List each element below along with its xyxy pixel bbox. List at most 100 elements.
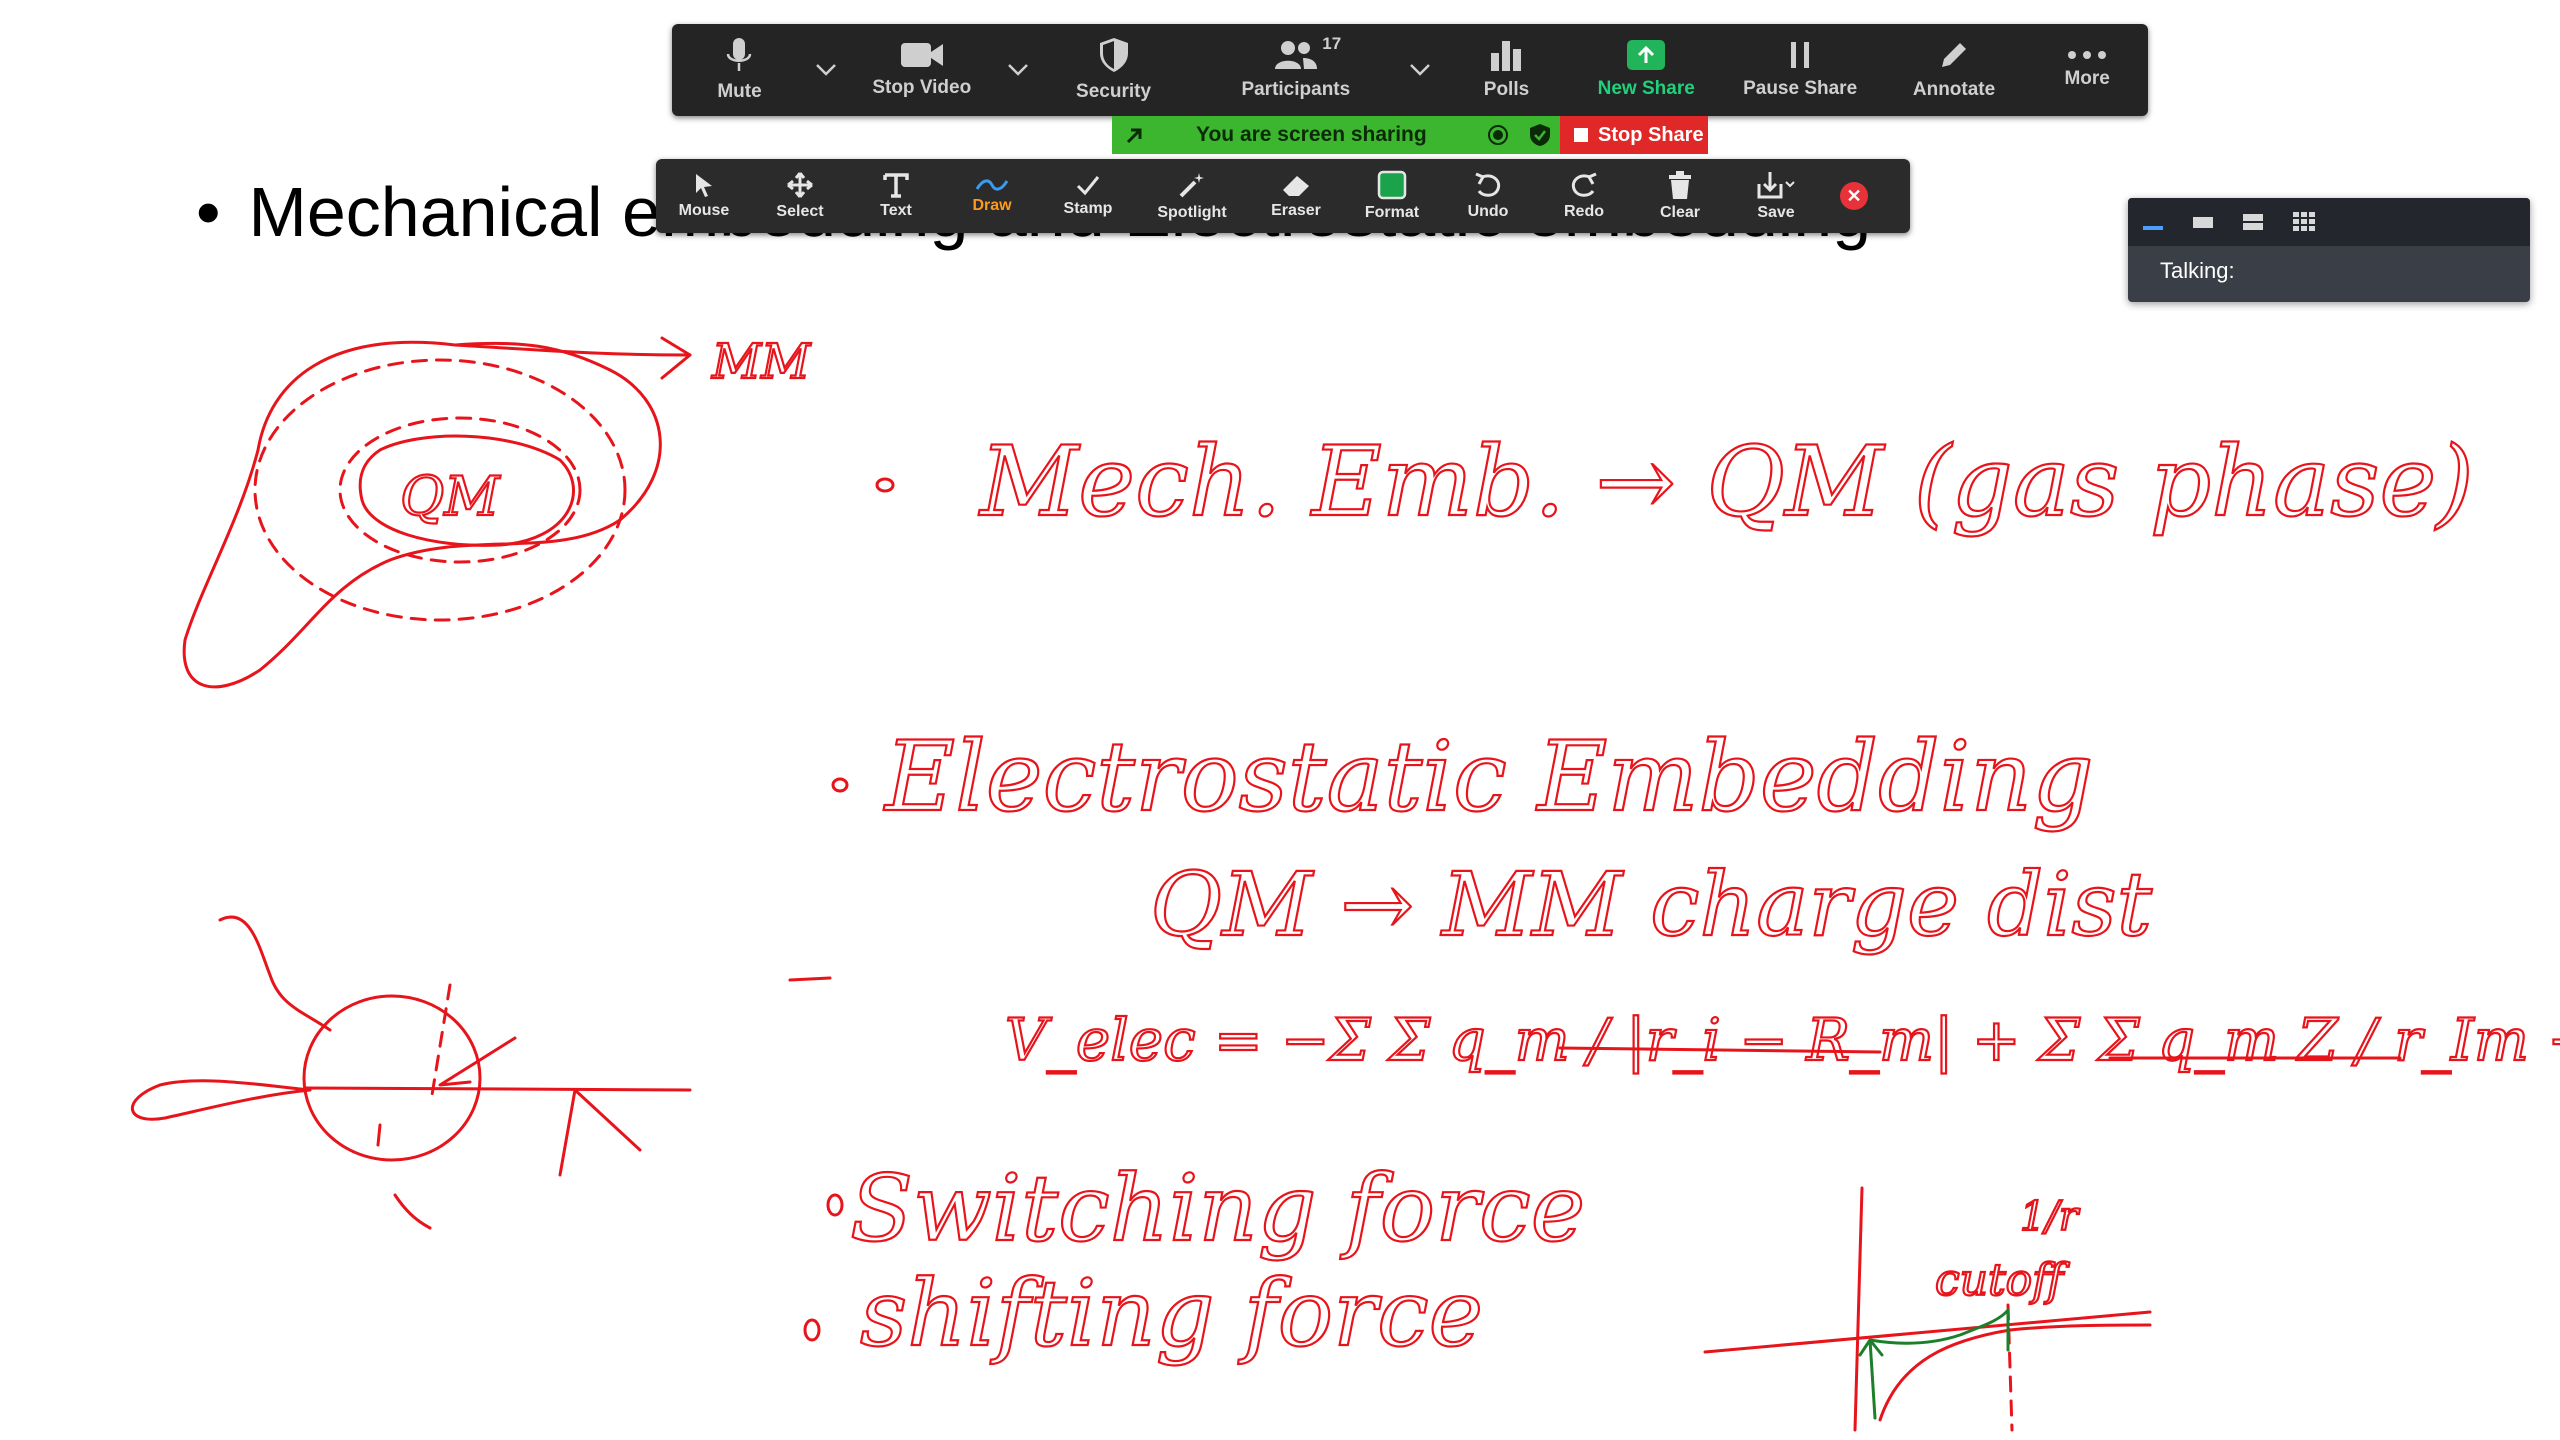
graph-y-axis: [1853, 1186, 1864, 1432]
color-swatch-icon: [1377, 170, 1407, 200]
save-label: Save: [1757, 204, 1795, 221]
stacked-view-icon[interactable]: [2242, 212, 2264, 232]
save-button[interactable]: Save: [1728, 159, 1824, 233]
spotlight-tool[interactable]: Spotlight: [1136, 159, 1248, 233]
qm-mm-charge-note: QM → MM charge dist: [1150, 853, 2153, 956]
sketch-bottom-tick: [393, 1193, 432, 1230]
text-t-icon: [883, 173, 909, 198]
move-arrows-icon: [787, 172, 813, 198]
stamp-label: Stamp: [1063, 200, 1113, 217]
participants-options-caret[interactable]: [1401, 24, 1439, 116]
eraser-label: Eraser: [1271, 202, 1321, 219]
stop-video-button[interactable]: Stop Video: [845, 24, 999, 116]
redo-label: Redo: [1564, 203, 1604, 220]
polls-button[interactable]: Polls: [1439, 24, 1574, 116]
pencil-icon: [1942, 43, 1967, 67]
undo-label: Undo: [1467, 203, 1509, 220]
polls-label: Polls: [1483, 79, 1530, 100]
eraser-tool[interactable]: Eraser: [1248, 159, 1344, 233]
sketch-right-arrow: [558, 1088, 642, 1177]
more-button[interactable]: More: [2026, 24, 2148, 116]
cursor-arrow-icon: [696, 174, 712, 197]
redo-icon: [1571, 172, 1597, 197]
elec-embedding-note: Electrostatic Embedding: [883, 721, 2094, 833]
graph-x-axis: [1703, 1310, 2152, 1354]
pause-icon: [1791, 42, 1810, 68]
participants-count-badge: 17: [1322, 34, 1342, 53]
bar-chart-icon: [1491, 41, 1522, 71]
mouse-label: Mouse: [678, 202, 730, 219]
graph-curve: [1878, 1323, 2152, 1422]
clear-button[interactable]: Clear: [1632, 159, 1728, 233]
annotation-toolbar: Mouse Select Text Draw Stamp Spotlight E…: [656, 159, 1910, 233]
more-label: More: [2064, 68, 2110, 89]
undo-icon: [1475, 172, 1501, 197]
stop-video-label: Stop Video: [872, 77, 972, 98]
mute-label: Mute: [717, 81, 762, 102]
chevron-down-icon: [816, 64, 836, 76]
screen-sharing-banner[interactable]: You are screen sharing: [1112, 116, 1560, 154]
text-label: Text: [880, 202, 912, 219]
stop-share-label: Stop Share: [1598, 123, 1704, 146]
draw-squiggle-icon: [975, 179, 1009, 191]
mute-button[interactable]: Mute: [672, 24, 807, 116]
audio-options-caret[interactable]: [807, 24, 845, 116]
chevron-down-icon: [1410, 64, 1430, 76]
checkmark-icon: [1076, 176, 1100, 196]
participants-icon: [1274, 41, 1317, 69]
pause-share-label: Pause Share: [1743, 78, 1858, 99]
new-share-button[interactable]: New Share: [1574, 24, 1718, 116]
security-button[interactable]: Security: [1037, 24, 1191, 116]
participants-label: Participants: [1241, 79, 1351, 100]
share-arrow-icon: [1126, 128, 1142, 144]
view-mode-bar: [2128, 198, 2530, 246]
sketch-arrow: [438, 1036, 517, 1087]
security-label: Security: [1076, 81, 1152, 102]
undo-button[interactable]: Undo: [1440, 159, 1536, 233]
stamp-tool[interactable]: Stamp: [1040, 159, 1136, 233]
more-dots-icon: [2068, 51, 2107, 59]
microphone-icon: [727, 38, 752, 71]
pause-share-button[interactable]: Pause Share: [1718, 24, 1881, 116]
mech-embedding-note: Mech. Emb. → QM (gas phase): [978, 426, 2474, 538]
zoom-meeting-toolbar: Mute Stop Video Security 17 Participants…: [672, 24, 2148, 116]
shield-check-icon: [1529, 124, 1550, 146]
share-arrow-icon: [1627, 40, 1666, 70]
close-icon: ✕: [1840, 182, 1868, 210]
grid-view-icon[interactable]: [2292, 211, 2316, 233]
minimize-icon[interactable]: [2142, 212, 2164, 232]
mouse-tool[interactable]: Mouse: [656, 159, 752, 233]
select-label: Select: [776, 203, 824, 220]
spotlight-label: Spotlight: [1157, 204, 1227, 221]
redo-button[interactable]: Redo: [1536, 159, 1632, 233]
shifting-force-note: shifting force: [860, 1260, 1483, 1367]
save-download-icon: [1757, 172, 1795, 199]
participants-button[interactable]: 17 Participants: [1190, 24, 1401, 116]
annotate-label: Annotate: [1912, 79, 1996, 100]
chevron-down-icon: [1007, 64, 1028, 76]
sketch-wavy-line: [218, 915, 332, 1032]
format-label: Format: [1364, 204, 1420, 221]
switching-bullet-dot: [826, 1193, 844, 1217]
stop-square-icon: [1574, 128, 1588, 142]
video-options-caret[interactable]: [999, 24, 1037, 116]
shifting-bullet-dot: [803, 1318, 821, 1342]
potential-formula: V_elec = −Σ Σ q_m / |r_i − R_m| + Σ Σ q_…: [1005, 1006, 2560, 1074]
format-tool[interactable]: Format: [1344, 159, 1440, 233]
one-over-r-label: 1/r: [2020, 1194, 2081, 1240]
eraser-icon: [1283, 176, 1309, 196]
stop-share-button[interactable]: Stop Share: [1560, 116, 1708, 154]
single-view-icon[interactable]: [2192, 212, 2214, 232]
mech-bullet-dot: [875, 477, 895, 493]
switching-force-note: Switching force: [850, 1155, 1585, 1262]
talking-panel[interactable]: Talking:: [2128, 198, 2530, 302]
select-tool[interactable]: Select: [752, 159, 848, 233]
elec-bullet-dot: [831, 777, 849, 793]
magic-wand-icon: [1179, 173, 1204, 198]
annotate-button[interactable]: Annotate: [1882, 24, 2026, 116]
trash-icon: [1669, 171, 1691, 199]
close-annotation-button[interactable]: ✕: [1824, 159, 1884, 233]
text-tool[interactable]: Text: [848, 159, 944, 233]
shield-icon: [1099, 38, 1128, 72]
draw-tool[interactable]: Draw: [944, 159, 1040, 233]
